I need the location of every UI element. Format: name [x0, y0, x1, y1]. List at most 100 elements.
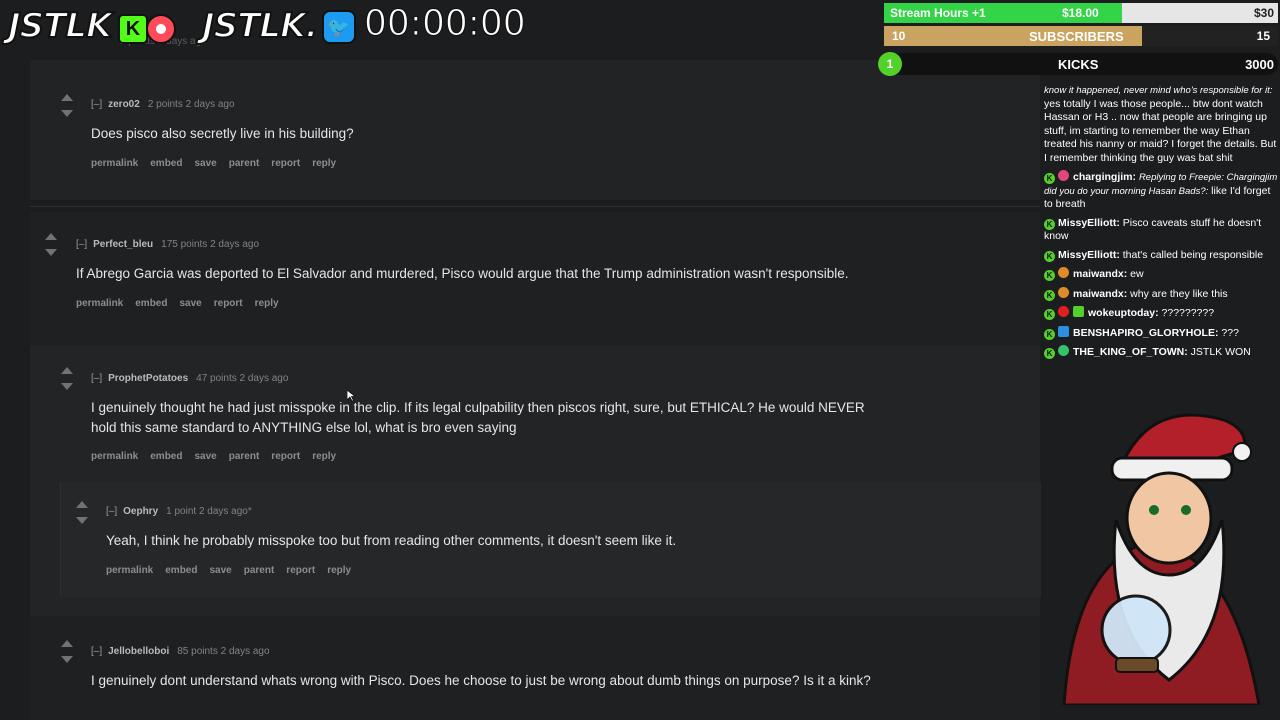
downvote-icon[interactable]: [61, 383, 73, 390]
kick-logo-icon: K: [118, 14, 148, 44]
user-badge-icon: [1058, 267, 1069, 278]
vote-arrows: [61, 367, 75, 390]
embed-link[interactable]: embed: [135, 298, 167, 309]
parent-link[interactable]: parent: [229, 451, 260, 462]
permalink-link[interactable]: permalink: [106, 565, 153, 576]
chat-username[interactable]: maiwandx:: [1073, 288, 1127, 300]
chat-message: K BENSHAPIRO_GLORYHOLE: ???: [1044, 325, 1278, 341]
chat-username[interactable]: BENSHAPIRO_GLORYHOLE:: [1073, 327, 1218, 339]
goal-label: SUBSCRIBERS: [1029, 29, 1124, 44]
vote-arrows: [61, 640, 75, 663]
comment-body: Yeah, I think he probably misspoke too b…: [106, 533, 677, 548]
upvote-icon[interactable]: [61, 640, 73, 647]
parent-link[interactable]: parent: [229, 158, 260, 169]
collapse-toggle[interactable]: [–]: [106, 506, 117, 517]
kick-badge-icon: K: [1044, 173, 1055, 184]
permalink-link[interactable]: permalink: [91, 158, 138, 169]
user-badge-icon: [1058, 170, 1069, 181]
downvote-icon[interactable]: [45, 249, 57, 256]
report-link[interactable]: report: [286, 565, 315, 576]
comment-author[interactable]: Perfect_bleu: [93, 239, 153, 250]
stream-chat: know it happened, never mind who's respo…: [1044, 84, 1278, 365]
comment: [–] zero02 2 points 2 days ago Does pisco …: [91, 99, 891, 169]
embed-link[interactable]: embed: [150, 158, 182, 169]
comment-body: Does pisco also secretly live in his bui…: [91, 126, 354, 141]
stream-logo: JSTLK: [7, 5, 113, 47]
twitter-bird-icon: 🐦: [322, 10, 356, 44]
comment-author[interactable]: Jellobelloboi: [108, 646, 169, 657]
downvote-icon[interactable]: [61, 110, 73, 117]
downvote-icon[interactable]: [61, 656, 73, 663]
collapse-toggle[interactable]: [–]: [91, 373, 102, 384]
goal-label: Stream Hours +1: [890, 6, 986, 20]
chat-username[interactable]: THE_KING_OF_TOWN:: [1073, 346, 1188, 358]
gift-badge-icon: [1073, 306, 1084, 317]
report-link[interactable]: report: [214, 298, 243, 309]
kick-badge-icon: K: [1044, 309, 1055, 320]
kick-badge-icon: K: [1044, 348, 1055, 359]
save-link[interactable]: save: [194, 451, 216, 462]
chat-text: yes totally I was those people... btw do…: [1044, 97, 1277, 164]
kick-badge-icon: K: [1044, 270, 1055, 281]
downvote-icon[interactable]: [76, 517, 88, 524]
reply-link[interactable]: reply: [327, 565, 351, 576]
chat-username[interactable]: MissyElliott:: [1058, 217, 1120, 229]
report-link[interactable]: report: [271, 451, 300, 462]
comment-tagline: [–] Jellobelloboi 85 points 2 days ago: [91, 646, 901, 657]
comment-author[interactable]: Oephry: [123, 506, 158, 517]
record-icon: [146, 14, 176, 44]
chat-username[interactable]: chargingjim:: [1073, 171, 1136, 183]
kick-badge-icon: K: [1044, 289, 1055, 301]
chat-message: Kchargingjim: Replying to Freepie: Charg…: [1044, 170, 1278, 212]
chat-text: ?????????: [1158, 307, 1215, 319]
upvote-icon[interactable]: [76, 501, 88, 508]
chat-username[interactable]: MissyElliott:: [1058, 249, 1120, 261]
save-link[interactable]: save: [179, 298, 201, 309]
kick-badge-icon: K: [1044, 218, 1055, 230]
embed-link[interactable]: embed: [165, 565, 197, 576]
stream-logo-twitter: JSTLK.: [201, 5, 319, 47]
goal-target: $30: [1253, 6, 1274, 20]
comment-tagline: [–] ProphetPotatoes 47 points 2 days ago: [91, 373, 891, 384]
goal-right: 15: [1256, 29, 1270, 43]
comment-actions: permalink embed save parent report reply: [91, 158, 891, 169]
reply-link[interactable]: reply: [255, 298, 279, 309]
chat-text: why are they like this: [1127, 287, 1228, 300]
comment-author[interactable]: ProphetPotatoes: [108, 373, 188, 384]
upvote-icon[interactable]: [61, 94, 73, 101]
chat-text: JSTLK WON: [1187, 346, 1251, 358]
embed-link[interactable]: embed: [150, 451, 182, 462]
chat-message: Kmaiwandx: why are they like this: [1044, 286, 1278, 302]
santa-mascot-illustration: [1062, 413, 1261, 705]
comment-actions: permalink embed save parent report reply: [91, 451, 891, 462]
permalink-link[interactable]: permalink: [91, 451, 138, 462]
reply-link[interactable]: reply: [312, 158, 336, 169]
upvote-icon[interactable]: [45, 233, 57, 240]
collapse-toggle[interactable]: [–]: [76, 239, 87, 250]
vote-arrows: [45, 233, 59, 256]
save-link[interactable]: save: [194, 158, 216, 169]
comment-meta: 1 point 2 days ago*: [166, 506, 252, 517]
chat-username[interactable]: wokeuptoday:: [1088, 307, 1159, 319]
user-badge-icon: [1058, 286, 1069, 298]
collapse-toggle[interactable]: [–]: [91, 646, 102, 657]
permalink-link[interactable]: permalink: [76, 298, 123, 309]
goal-bar-stream-hours: Stream Hours +1 $18.00 $30: [884, 3, 1278, 23]
upvote-icon[interactable]: [61, 367, 73, 374]
comment-actions: permalink embed save report reply: [76, 298, 876, 309]
save-link[interactable]: save: [209, 565, 231, 576]
comment-author[interactable]: zero02: [108, 99, 140, 110]
comment: [–] Jellobelloboi 85 points 2 days ago I g…: [91, 646, 901, 691]
chat-message: K MissyElliott: that's called being respo…: [1044, 249, 1278, 263]
chat-username[interactable]: maiwandx:: [1073, 268, 1127, 280]
report-link[interactable]: report: [271, 158, 300, 169]
collapse-toggle[interactable]: [–]: [91, 99, 102, 110]
chat-message: Kwokeuptoday: ?????????: [1044, 306, 1278, 321]
reply-link[interactable]: reply: [312, 451, 336, 462]
parent-link[interactable]: parent: [244, 565, 275, 576]
goal-value: $18.00: [1062, 6, 1099, 20]
vote-arrows: [76, 501, 90, 524]
comment-meta: 47 points 2 days ago: [196, 373, 289, 384]
comment-tagline: [–] zero02 2 points 2 days ago: [91, 99, 891, 110]
comment: [–] ProphetPotatoes 47 points 2 days ago I…: [91, 373, 891, 462]
